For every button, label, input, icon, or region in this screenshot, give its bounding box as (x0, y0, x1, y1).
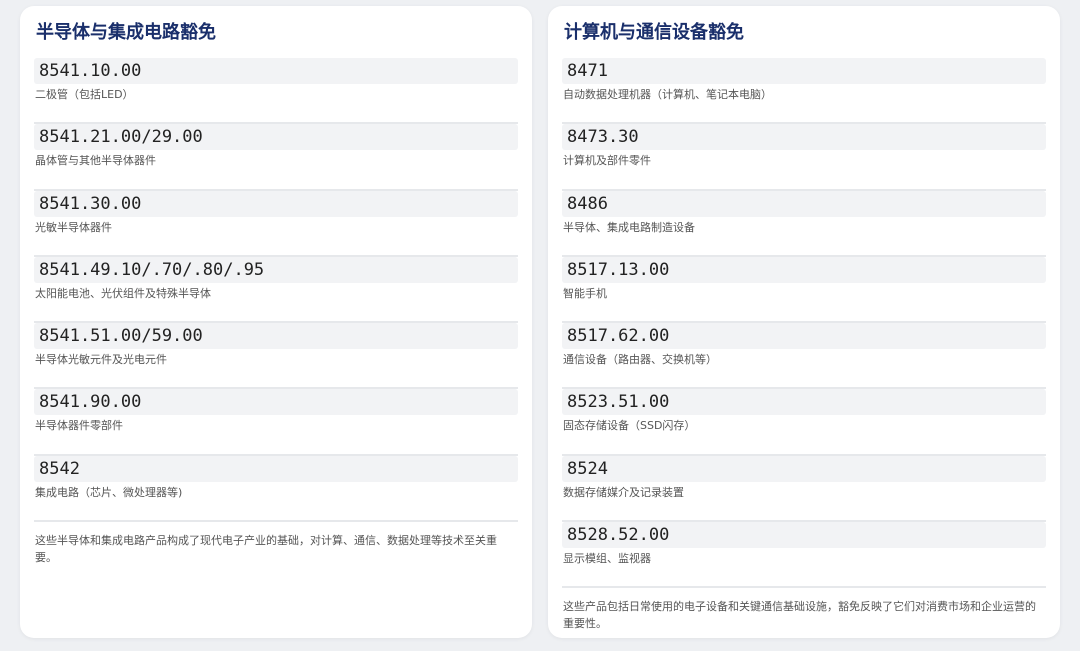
card-title: 计算机与通信设备豁免 (564, 22, 744, 43)
list-item: 8541.10.00 二极管（包括LED） (34, 58, 518, 125)
list-item: 8486 半导体、集成电路制造设备 (562, 190, 1046, 257)
tariff-code: 8541.10.00 (34, 58, 518, 84)
list-item: 8541.51.00/59.00 半导体光敏元件及光电元件 (34, 323, 518, 390)
list-item: 8517.62.00 通信设备（路由器、交换机等） (562, 323, 1046, 390)
item-description: 二极管（包括LED） (35, 88, 134, 101)
item-description: 显示模组、监视器 (563, 552, 651, 566)
semiconductor-exemption-card: 半导体与集成电路豁免 8541.10.00 二极管（包括LED） 8541.21… (20, 6, 532, 638)
tariff-code: 8473.30 (562, 124, 1046, 151)
item-description: 固态存储设备（SSD闪存） (563, 419, 696, 433)
item-description: 通信设备（路由器、交换机等） (563, 353, 717, 367)
tariff-code: 8541.90.00 (34, 389, 518, 416)
tariff-code: 8541.51.00/59.00 (34, 323, 518, 350)
item-description: 集成电路（芯片、微处理器等) (35, 485, 183, 499)
list-item: 8541.49.10/.70/.80/.95 太阳能电池、光伏组件及特殊半导体 (34, 256, 518, 324)
item-description: 太阳能电池、光伏组件及特殊半导体 (35, 286, 211, 300)
list-item: 8541.90.00 半导体器件零部件 (34, 389, 518, 456)
card-note: 这些半导体和集成电路产品构成了现代电子产业的基础，对计算、通信、数据处理等技术至… (35, 534, 497, 565)
item-description: 数据存储媒介及记录装置 (563, 485, 684, 499)
tariff-code: 8523.51.00 (562, 389, 1046, 416)
card-title: 半导体与集成电路豁免 (36, 22, 216, 43)
tariff-code: 8541.21.00/29.00 (34, 124, 518, 151)
item-description: 自动数据处理机器（计算机、笔记本电脑） (563, 88, 772, 101)
tariff-code: 8517.13.00 (562, 256, 1046, 283)
list-item: 8542 集成电路（芯片、微处理器等) (34, 455, 518, 523)
tariff-code: 8471 (562, 58, 1046, 84)
list-item: 8473.30 计算机及部件零件 (562, 124, 1046, 191)
page: 半导体与集成电路豁免 8541.10.00 二极管（包括LED） 8541.21… (0, 0, 1080, 651)
tariff-code: 8528.52.00 (562, 522, 1046, 549)
tariff-code: 8486 (562, 190, 1046, 217)
tariff-code: 8524 (562, 455, 1046, 482)
item-description: 半导体、集成电路制造设备 (563, 220, 695, 234)
item-description: 半导体器件零部件 (35, 419, 123, 433)
list-item: 8541.21.00/29.00 晶体管与其他半导体器件 (34, 124, 518, 191)
card-note: 这些产品包括日常使用的电子设备和关键通信基础设施，豁免反映了它们对消费市场和企业… (563, 600, 1036, 631)
computer-communication-exemption-card: 计算机与通信设备豁免 8471 自动数据处理机器（计算机、笔记本电脑） 8473… (548, 6, 1060, 638)
tariff-code: 8517.62.00 (562, 323, 1046, 350)
tariff-code: 8541.30.00 (34, 190, 518, 217)
item-description: 计算机及部件零件 (563, 154, 651, 168)
list-item: 8528.52.00 显示模组、监视器 (562, 522, 1046, 589)
item-description: 光敏半导体器件 (35, 220, 112, 234)
tariff-code: 8541.49.10/.70/.80/.95 (34, 256, 518, 283)
item-description: 智能手机 (563, 286, 607, 300)
list-item: 8471 自动数据处理机器（计算机、笔记本电脑） (562, 58, 1046, 125)
item-description: 晶体管与其他半导体器件 (35, 154, 156, 168)
list-item: 8517.13.00 智能手机 (562, 256, 1046, 324)
list-item: 8524 数据存储媒介及记录装置 (562, 455, 1046, 523)
tariff-code: 8542 (34, 455, 518, 482)
list-item: 8523.51.00 固态存储设备（SSD闪存） (562, 389, 1046, 456)
list-item: 8541.30.00 光敏半导体器件 (34, 190, 518, 257)
item-description: 半导体光敏元件及光电元件 (35, 353, 167, 367)
